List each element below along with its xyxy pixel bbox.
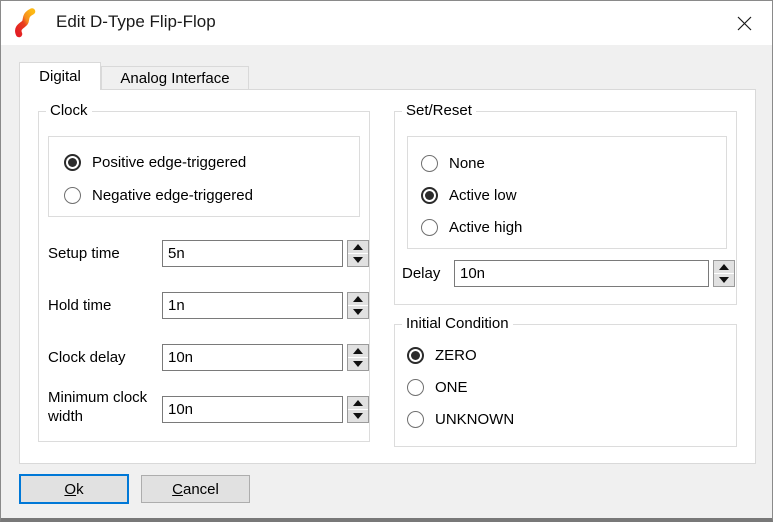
radio-button-icon xyxy=(421,219,438,236)
minimum-clock-width-spinner xyxy=(347,396,369,423)
radio-negative-edge-triggered[interactable]: Negative edge-triggered xyxy=(64,185,253,205)
tab-analog-interface-label: Analog Interface xyxy=(120,70,229,87)
spin-down-button[interactable] xyxy=(714,274,734,286)
hold-time-spinner xyxy=(347,292,369,319)
cancel-button-label: ancel xyxy=(183,481,219,498)
hold-time-input[interactable] xyxy=(162,292,343,319)
radio-active-high[interactable]: Active high xyxy=(421,217,522,237)
spin-up-button[interactable] xyxy=(348,241,368,254)
set-reset-group-title: Set/Reset xyxy=(402,102,476,119)
clock-delay-label: Clock delay xyxy=(48,348,126,367)
radio-button-icon xyxy=(407,411,424,428)
close-button[interactable] xyxy=(724,5,764,41)
radio-label: None xyxy=(449,155,485,172)
spin-down-button[interactable] xyxy=(348,306,368,318)
spin-up-button[interactable] xyxy=(714,261,734,274)
setup-time-input[interactable] xyxy=(162,240,343,267)
radio-button-icon xyxy=(64,154,81,171)
radio-label: Active high xyxy=(449,219,522,236)
radio-label: Positive edge-triggered xyxy=(92,154,246,171)
close-icon xyxy=(737,16,752,31)
arrow-up-icon xyxy=(353,400,363,406)
cancel-button-mnemonic: C xyxy=(172,481,183,498)
clock-delay-input[interactable] xyxy=(162,344,343,371)
setup-time-label: Setup time xyxy=(48,244,120,263)
initial-condition-group-title: Initial Condition xyxy=(402,315,513,332)
clock-delay-spinner xyxy=(347,344,369,371)
minimum-clock-width-input[interactable] xyxy=(162,396,343,423)
spin-down-button[interactable] xyxy=(348,410,368,422)
spin-up-button[interactable] xyxy=(348,345,368,358)
radio-label: Negative edge-triggered xyxy=(92,187,253,204)
clock-group-title: Clock xyxy=(46,102,92,119)
tab-digital[interactable]: Digital xyxy=(19,62,101,90)
tab-digital-label: Digital xyxy=(39,68,81,85)
delay-input[interactable] xyxy=(454,260,709,287)
dialog-window: Edit D-Type Flip-Flop Digital Analog Int… xyxy=(0,0,773,522)
ok-button-mnemonic: O xyxy=(64,481,76,498)
spin-up-button[interactable] xyxy=(348,397,368,410)
window-title: Edit D-Type Flip-Flop xyxy=(56,12,216,32)
arrow-down-icon xyxy=(719,277,729,283)
app-logo-icon xyxy=(13,8,39,38)
hold-time-label: Hold time xyxy=(48,296,111,315)
radio-label: ONE xyxy=(435,379,468,396)
ok-button-label: k xyxy=(76,481,84,498)
arrow-down-icon xyxy=(353,413,363,419)
radio-none[interactable]: None xyxy=(421,153,485,173)
arrow-down-icon xyxy=(353,361,363,367)
radio-positive-edge-triggered[interactable]: Positive edge-triggered xyxy=(64,152,246,172)
radio-button-icon xyxy=(64,187,81,204)
titlebar: Edit D-Type Flip-Flop xyxy=(1,1,772,45)
radio-button-icon xyxy=(421,155,438,172)
delay-label: Delay xyxy=(402,264,440,283)
digital-tab-pane: Clock Positive edge-triggered Negative e… xyxy=(19,89,756,464)
arrow-up-icon xyxy=(719,264,729,270)
radio-active-low[interactable]: Active low xyxy=(421,185,517,205)
radio-label: ZERO xyxy=(435,347,477,364)
radio-label: Active low xyxy=(449,187,517,204)
setup-time-spinner xyxy=(347,240,369,267)
radio-button-icon xyxy=(407,347,424,364)
delay-spinner xyxy=(713,260,735,287)
radio-one[interactable]: ONE xyxy=(407,377,468,397)
arrow-up-icon xyxy=(353,244,363,250)
radio-button-icon xyxy=(407,379,424,396)
arrow-down-icon xyxy=(353,257,363,263)
spin-up-button[interactable] xyxy=(348,293,368,306)
minimum-clock-width-label: Minimum clock width xyxy=(48,388,158,426)
radio-label: UNKNOWN xyxy=(435,411,514,428)
radio-zero[interactable]: ZERO xyxy=(407,345,477,365)
radio-unknown[interactable]: UNKNOWN xyxy=(407,409,514,429)
radio-button-icon xyxy=(421,187,438,204)
arrow-up-icon xyxy=(353,296,363,302)
cancel-button[interactable]: Cancel xyxy=(141,475,250,503)
arrow-up-icon xyxy=(353,348,363,354)
spin-down-button[interactable] xyxy=(348,254,368,266)
arrow-down-icon xyxy=(353,309,363,315)
tab-analog-interface[interactable]: Analog Interface xyxy=(101,66,249,90)
spin-down-button[interactable] xyxy=(348,358,368,370)
ok-button[interactable]: Ok xyxy=(19,474,129,504)
